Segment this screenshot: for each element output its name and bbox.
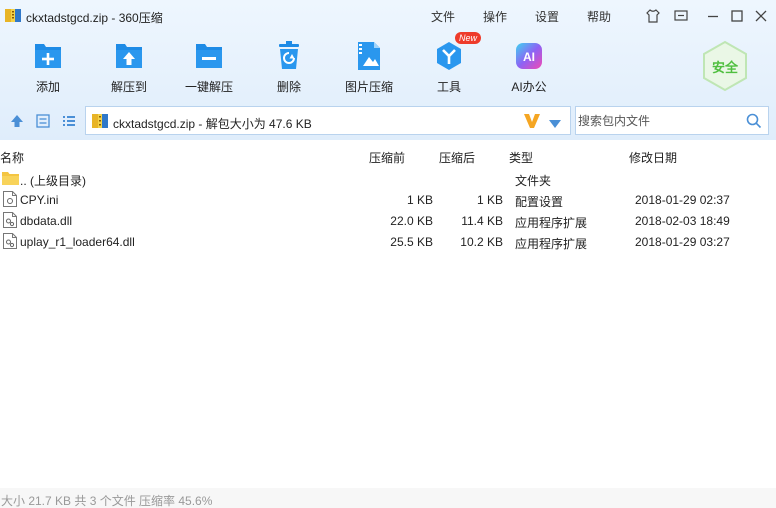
archive-path: ckxtadstgcd.zip - 解包大小为 47.6 KB — [113, 117, 312, 131]
window-title: ckxtadstgcd.zip - 360压缩 — [26, 11, 163, 25]
close-icon[interactable] — [753, 8, 769, 24]
add-button[interactable]: 添加 — [9, 40, 87, 100]
file-name: CPY.ini — [20, 193, 59, 207]
file-row-cpy-ini[interactable]: CPY.ini 1 KB 1 KB 配置设置 2018-01-29 02:37 — [0, 189, 776, 210]
list-view-icon[interactable] — [61, 113, 77, 129]
extract-to-button[interactable]: 解压到 — [90, 40, 168, 100]
menu-help[interactable]: 帮助 — [587, 8, 611, 25]
file-compressed-size: 1 KB — [406, 193, 433, 207]
title-bar[interactable]: ckxtadstgcd.zip - 360压缩 文件 操作 设置 帮助 — [0, 0, 776, 32]
column-header-type[interactable]: 类型 — [509, 149, 533, 166]
up-arrow-icon[interactable] — [9, 113, 25, 129]
status-text: 大小 21.7 KB 共 3 个文件 压缩率 45.6% — [1, 494, 213, 508]
status-bar: 大小 21.7 KB 共 3 个文件 压缩率 45.6% — [0, 488, 776, 508]
security-label: 安全 — [711, 60, 738, 75]
ini-file-icon — [3, 191, 17, 207]
image-compress-icon — [354, 40, 384, 72]
new-badge: New — [455, 32, 482, 44]
file-name: uplay_r1_loader64.dll — [20, 235, 135, 249]
maximize-icon[interactable] — [729, 8, 745, 24]
zip-file-icon — [92, 114, 108, 128]
file-compressed-size: 22.0 KB — [390, 214, 433, 228]
file-name: dbdata.dll — [20, 214, 73, 228]
skin-icon[interactable] — [645, 8, 661, 24]
file-list-header: 名称 压缩前 压缩后 类型 修改日期 — [0, 145, 776, 167]
file-name: .. (上级目录) — [20, 174, 86, 188]
search-icon[interactable] — [746, 113, 762, 129]
address-bar[interactable]: ckxtadstgcd.zip - 解包大小为 47.6 KB — [85, 106, 571, 135]
folder-icon — [2, 171, 19, 185]
column-header-name[interactable]: 名称 — [0, 149, 24, 166]
image-compress-button-label: 图片压缩 — [344, 80, 393, 94]
column-header-uncompressed[interactable]: 压缩后 — [439, 149, 475, 166]
extract-to-icon — [114, 40, 144, 72]
dll-file-icon — [3, 212, 17, 228]
ai-office-button-label: AI办公 — [511, 80, 547, 94]
delete-icon — [274, 40, 304, 72]
file-uncompressed-size: 11.4 KB — [461, 214, 503, 228]
one-click-extract-icon — [194, 40, 224, 72]
menu-settings[interactable]: 设置 — [535, 8, 559, 25]
v-logo-icon[interactable] — [523, 113, 541, 129]
tools-button-label: 工具 — [436, 80, 461, 94]
one-click-extract-button-label: 一键解压 — [184, 80, 233, 94]
add-button-label: 添加 — [35, 80, 60, 94]
tools-icon — [434, 40, 464, 72]
file-modified: 2018-01-29 03:27 — [635, 235, 730, 249]
feedback-icon[interactable] — [673, 8, 689, 24]
delete-button[interactable]: 删除 — [250, 40, 328, 100]
menu-file[interactable]: 文件 — [431, 8, 455, 25]
file-uncompressed-size: 1 KB — [476, 193, 503, 207]
dll-file-icon — [3, 233, 17, 249]
file-type: 应用程序扩展 — [515, 216, 588, 230]
ai-office-button[interactable]: AI AI办公 — [490, 40, 568, 100]
file-modified: 2018-02-03 18:49 — [635, 214, 730, 228]
file-modified: 2018-01-29 02:37 — [635, 193, 730, 207]
zip-app-icon — [5, 8, 21, 23]
delete-button-label: 删除 — [276, 80, 301, 94]
menu-operation[interactable]: 操作 — [483, 8, 507, 25]
file-row-dbdata-dll[interactable]: dbdata.dll 22.0 KB 11.4 KB 应用程序扩展 2018-0… — [0, 210, 776, 231]
extract-to-button-label: 解压到 — [110, 80, 147, 94]
file-type: 配置设置 — [515, 195, 564, 209]
ai-office-icon: AI — [514, 40, 544, 72]
file-uncompressed-size: 10.2 KB — [460, 235, 503, 249]
file-compressed-size: 25.5 KB — [390, 235, 433, 249]
file-row-uplay-dll[interactable]: uplay_r1_loader64.dll 25.5 KB 10.2 KB 应用… — [0, 231, 776, 252]
window-chrome: ckxtadstgcd.zip - 360压缩 文件 操作 设置 帮助 添加 解… — [0, 0, 776, 140]
detail-view-icon[interactable] — [35, 113, 51, 129]
chevron-down-icon[interactable] — [549, 117, 561, 128]
image-compress-button[interactable]: 图片压缩 — [330, 40, 408, 100]
file-type: 应用程序扩展 — [515, 237, 588, 251]
file-row-parent-dir[interactable]: .. (上级目录) 文件夹 — [0, 168, 776, 189]
search-input[interactable] — [578, 111, 738, 131]
add-archive-icon — [33, 40, 63, 72]
one-click-extract-button[interactable]: 一键解压 — [170, 40, 248, 100]
minimize-icon[interactable] — [705, 8, 721, 24]
security-badge[interactable]: 安全 — [700, 40, 750, 92]
file-type: 文件夹 — [515, 174, 552, 188]
tools-button[interactable]: New 工具 — [410, 32, 488, 100]
svg-text:AI: AI — [523, 50, 535, 64]
search-box[interactable] — [575, 106, 769, 135]
column-header-compressed[interactable]: 压缩前 — [369, 149, 405, 166]
column-header-modified[interactable]: 修改日期 — [629, 149, 677, 166]
